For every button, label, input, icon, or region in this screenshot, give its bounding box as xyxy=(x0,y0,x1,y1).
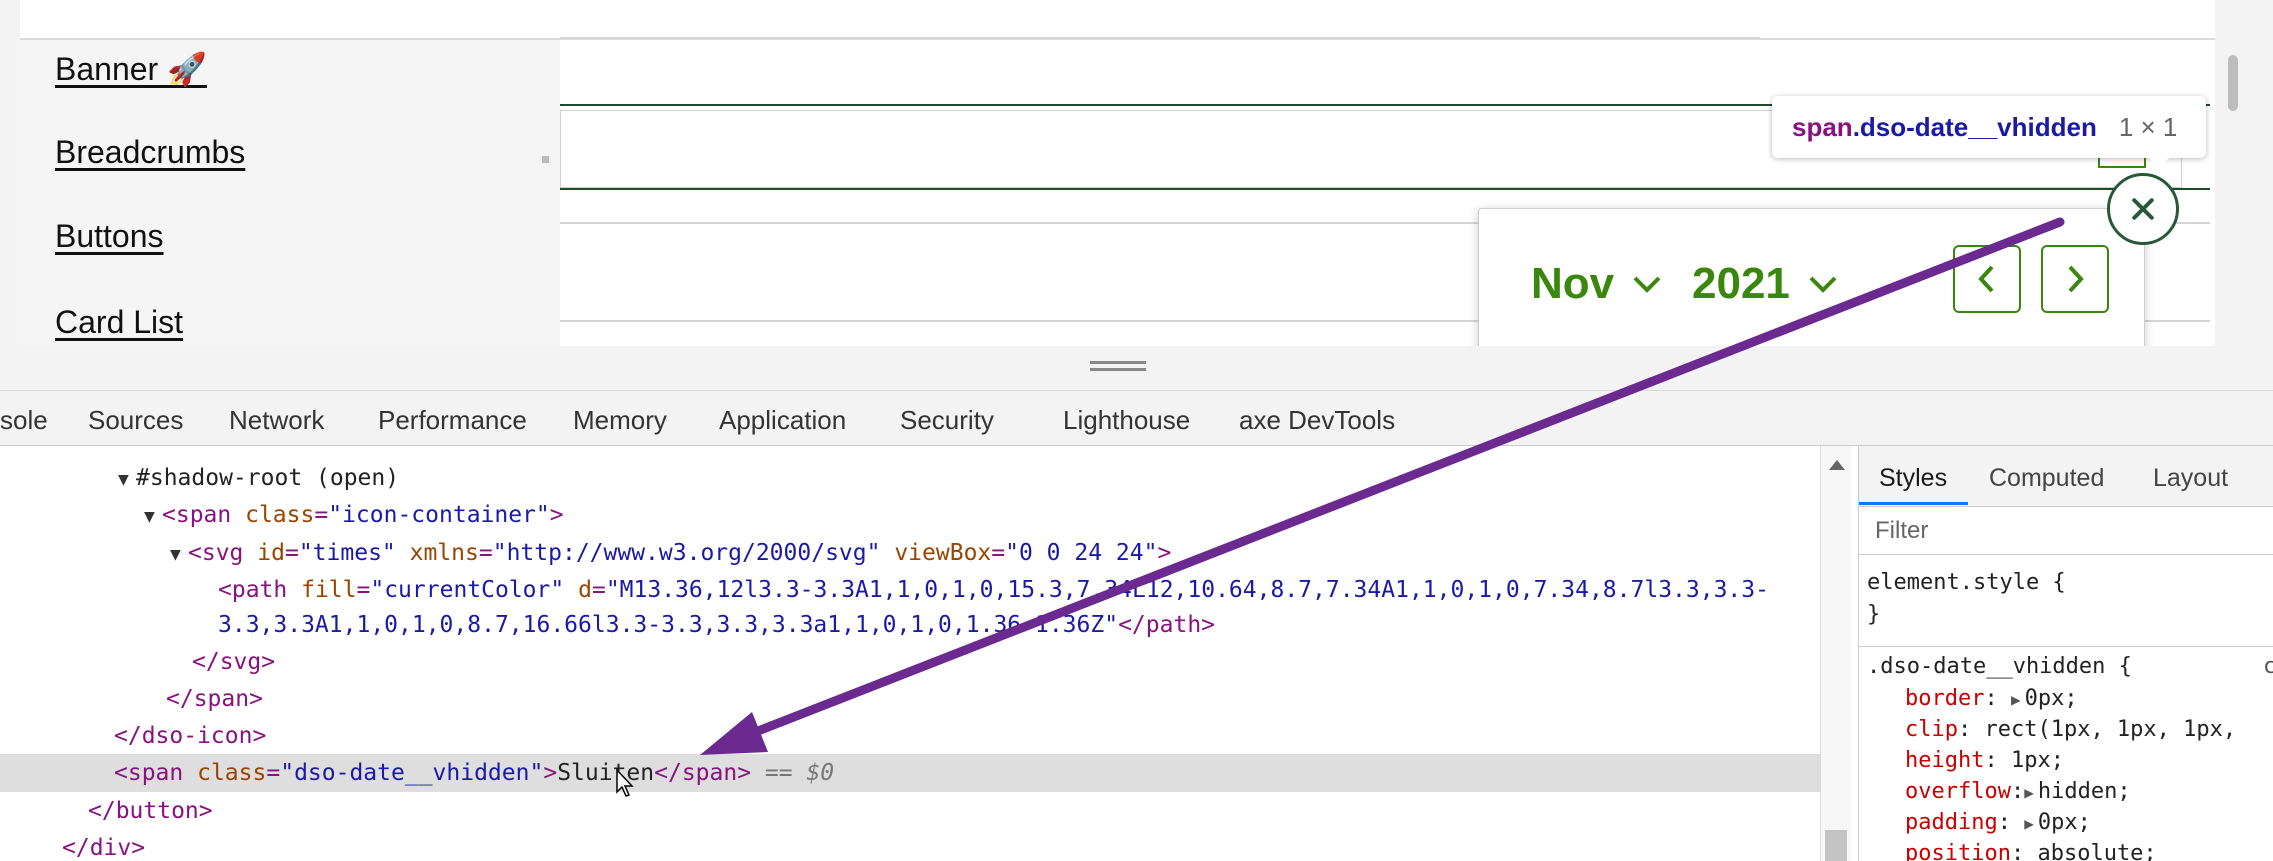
css-declaration[interactable]: clip: rect(1px, 1px, 1px, xyxy=(1905,717,2236,742)
nav-link-breadcrumbs[interactable]: Breadcrumbs xyxy=(55,134,245,171)
devtools-tab-bar: sole Sources Network Performance Memory … xyxy=(0,390,2273,446)
tab-layout[interactable]: Layout xyxy=(2153,464,2228,493)
tab-computed[interactable]: Computed xyxy=(1989,464,2104,493)
chevron-right-icon xyxy=(2068,265,2084,293)
styles-filter-input[interactable]: Filter xyxy=(1859,507,2273,555)
styles-tab-bar: Styles Computed Layout xyxy=(1859,446,2273,507)
dom-node-dso-icon-close[interactable]: </dso-icon> xyxy=(0,717,1820,755)
tab-security[interactable]: Security xyxy=(900,405,994,436)
year-value: 2021 xyxy=(1692,259,1790,308)
rule-source-link[interactable]: c xyxy=(2263,654,2273,679)
elements-scrollbar[interactable] xyxy=(1820,446,1851,861)
chevron-down-icon xyxy=(1808,274,1838,294)
dom-node-vhidden-span-selected[interactable]: <span class="dso-date__vhidden">Sluiten<… xyxy=(0,754,1820,792)
dom-node-button-close[interactable]: </button> xyxy=(0,792,1820,830)
dom-node-div-close[interactable]: </div> xyxy=(0,829,1820,861)
rule-selector[interactable]: .dso-date__vhidden { xyxy=(1867,654,2132,679)
css-declaration[interactable]: height: 1px; xyxy=(1905,748,2064,773)
nav-link-card-list[interactable]: Card List xyxy=(55,304,183,341)
tab-network[interactable]: Network xyxy=(229,405,324,436)
dom-node-svg[interactable]: ▼ <svg id="times" xmlns="http://www.w3.or… xyxy=(0,534,1820,572)
tab-axe-devtools[interactable]: axe DevTools xyxy=(1239,405,1395,436)
next-month-button[interactable] xyxy=(2041,245,2109,313)
css-declaration[interactable]: border: ▶ 0px; xyxy=(1905,686,2078,711)
rule-divider xyxy=(1859,646,2273,647)
scroll-up-arrow-icon[interactable] xyxy=(1829,460,1845,470)
tooltip-class-name: .dso-date__vhidden xyxy=(1852,111,2097,142)
expand-triangle-icon[interactable]: ▼ xyxy=(170,536,188,574)
tab-application[interactable]: Application xyxy=(719,405,846,436)
dom-node-shadow-root[interactable]: ▼ #shadow-root (open) xyxy=(0,459,1820,497)
css-declaration[interactable]: overflow:▶ hidden; xyxy=(1905,779,2131,804)
css-declaration[interactable]: padding: ▶ 0px; xyxy=(1905,810,2091,835)
tooltip-arrow xyxy=(2147,156,2171,168)
divider xyxy=(560,37,1760,39)
tooltip-tag-name: span xyxy=(1792,111,1853,142)
dom-node-path-continued[interactable]: 3.3,3.3A1,1,0,1,0,8.7,16.66l3.3-3.3,3.3,… xyxy=(0,606,1820,644)
css-declaration[interactable]: position: absolute; xyxy=(1905,841,2157,861)
devtools-resize-bar[interactable] xyxy=(0,346,2273,390)
expand-triangle-icon[interactable]: ▶ xyxy=(2011,690,2021,709)
styles-pane: Styles Computed Layout Filter element.st… xyxy=(1858,446,2273,861)
active-tab-indicator xyxy=(1859,502,1968,505)
close-button[interactable] xyxy=(2107,173,2179,245)
tab-styles[interactable]: Styles xyxy=(1879,464,1947,493)
tab-performance[interactable]: Performance xyxy=(378,405,527,436)
drag-handle-icon[interactable] xyxy=(1090,361,1146,371)
selected-node-marker: == $0 xyxy=(764,760,835,786)
elements-dom-tree: ▼ #shadow-root (open) ▼ <span class="icon-… xyxy=(0,446,1820,861)
expand-triangle-icon[interactable]: ▼ xyxy=(144,498,162,536)
close-icon xyxy=(2132,198,2154,220)
tab-console[interactable]: sole xyxy=(0,405,48,436)
element-inspect-tooltip: span .dso-date__vhidden 1 × 1 xyxy=(1772,96,2206,168)
chevron-down-icon xyxy=(1632,274,1662,294)
dom-node-svg-close[interactable]: </svg> xyxy=(0,643,1820,681)
tooltip-size: 1 × 1 xyxy=(2118,111,2178,142)
expand-triangle-icon[interactable]: ▶ xyxy=(2024,814,2034,833)
year-select[interactable]: 2021 xyxy=(1692,259,1838,309)
nav-scroll-indicator xyxy=(542,156,549,163)
preview-scrollbar[interactable] xyxy=(2228,55,2238,111)
tab-sources[interactable]: Sources xyxy=(88,405,183,436)
mouse-cursor-icon xyxy=(616,768,634,797)
nav-link-banner[interactable]: Banner 🚀 xyxy=(55,50,207,88)
element-style-selector[interactable]: element.style { xyxy=(1867,570,2066,595)
expand-triangle-icon[interactable]: ▼ xyxy=(118,461,136,499)
expand-triangle-icon[interactable]: ▶ xyxy=(2024,783,2034,802)
dom-node-span-close[interactable]: </span> xyxy=(0,680,1820,718)
tab-lighthouse[interactable]: Lighthouse xyxy=(1063,405,1190,436)
month-select[interactable]: Nov xyxy=(1531,259,1662,309)
previous-month-button[interactable] xyxy=(1953,245,2021,313)
element-style-close: } xyxy=(1867,602,1881,627)
tab-memory[interactable]: Memory xyxy=(573,405,667,436)
page-preview: Banner 🚀 Breadcrumbs Buttons Card List N… xyxy=(0,0,2273,346)
vhidden-text: Sluiten xyxy=(557,760,655,786)
month-value: Nov xyxy=(1531,259,1615,308)
input-border-line xyxy=(560,188,2210,190)
dom-node-path[interactable]: <path fill="currentColor" d="M13.36,12l3… xyxy=(0,571,1820,609)
side-navigation: Banner 🚀 Breadcrumbs Buttons Card List xyxy=(20,40,560,346)
chevron-left-icon xyxy=(1978,265,1994,293)
nav-link-buttons[interactable]: Buttons xyxy=(55,218,164,255)
datepicker-popup: Nov 2021 xyxy=(1478,208,2145,346)
dom-node-icon-container[interactable]: ▼ <span class="icon-container"> xyxy=(0,496,1820,534)
scroll-thumb[interactable] xyxy=(1825,830,1847,861)
